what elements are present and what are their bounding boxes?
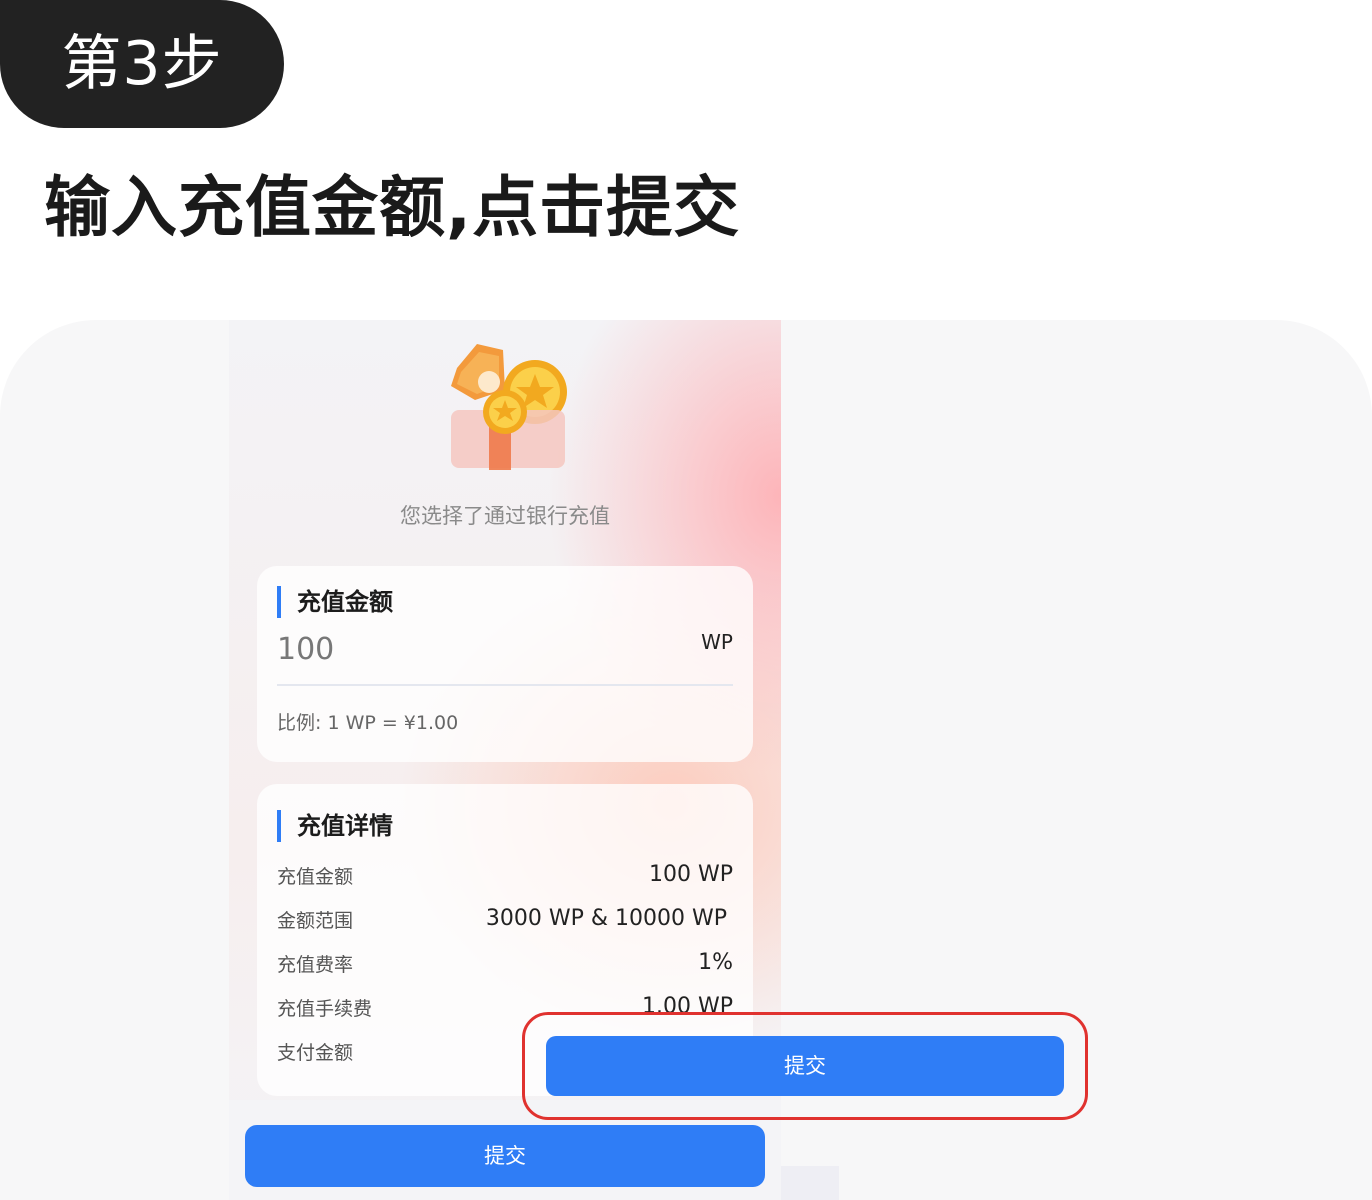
submit-button[interactable]: 提交 (546, 1036, 1064, 1096)
amount-card-title: 充值金额 (277, 586, 393, 618)
detail-label: 充值手续费 (277, 998, 373, 1020)
detail-row: 充值费率 1% (277, 950, 733, 980)
amount-unit: WP (701, 630, 733, 654)
detail-value: 100 WP (648, 862, 733, 887)
amount-divider (277, 684, 733, 686)
detail-label: 充值金额 (277, 866, 354, 888)
detail-value: 1% (698, 950, 733, 975)
detail-value: 3000 WP & 10000 WP (485, 906, 727, 931)
amount-input[interactable]: 100 (277, 632, 334, 667)
detail-label: 支付金额 (277, 1042, 354, 1064)
detail-row: 充值金额 100 WP (277, 862, 733, 892)
exchange-ratio: 比例: 1 WP = ¥1.00 (277, 712, 459, 734)
step-badge: 第3步 (0, 0, 284, 128)
amount-card: 充值金额 100 WP 比例: 1 WP = ¥1.00 (257, 566, 753, 762)
background-strip (781, 1166, 839, 1200)
bottom-submit-button[interactable]: 提交 (245, 1125, 765, 1187)
recharge-method-caption: 您选择了通过银行充值 (400, 504, 610, 528)
detail-row: 金额范围 3000 WP & 10000 WP (277, 906, 733, 936)
detail-label: 充值费率 (277, 954, 354, 976)
page-title: 输入充值金额,点击提交 (44, 169, 741, 246)
detail-label: 金额范围 (277, 910, 354, 932)
gift-coins-icon (451, 344, 567, 470)
details-card-title: 充值详情 (277, 810, 393, 842)
